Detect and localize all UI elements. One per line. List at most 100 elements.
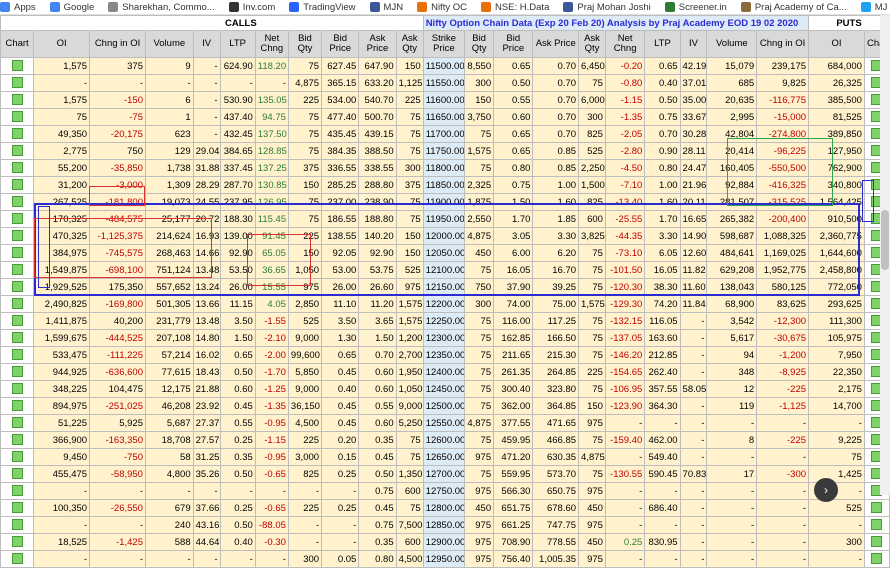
table-cell: 18.43 bbox=[192, 363, 221, 381]
call-chart-cell[interactable] bbox=[0, 346, 35, 364]
chart-icon[interactable] bbox=[11, 230, 23, 242]
bookmark-item[interactable]: Praj Academy of Ca... bbox=[740, 2, 847, 13]
chevron-right-circle-icon[interactable]: › bbox=[814, 478, 838, 502]
table-cell: 100,350 bbox=[33, 499, 91, 517]
chart-icon[interactable] bbox=[11, 298, 23, 310]
chart-icon[interactable] bbox=[11, 128, 23, 140]
chart-icon[interactable] bbox=[11, 264, 23, 276]
call-chart-cell[interactable] bbox=[0, 431, 35, 449]
call-chart-cell[interactable] bbox=[0, 193, 35, 211]
call-chart-cell[interactable] bbox=[0, 176, 35, 194]
call-chart-cell[interactable] bbox=[0, 363, 35, 381]
call-chart-cell[interactable] bbox=[0, 397, 35, 415]
chart-icon[interactable] bbox=[871, 519, 883, 531]
chart-icon[interactable] bbox=[11, 145, 23, 157]
chart-icon[interactable] bbox=[11, 553, 23, 565]
call-chart-cell[interactable] bbox=[0, 57, 35, 75]
chart-icon[interactable] bbox=[871, 536, 883, 548]
chart-icon[interactable] bbox=[11, 468, 23, 480]
bookmark-item[interactable]: Screener.in bbox=[664, 2, 727, 13]
call-chart-cell[interactable] bbox=[0, 414, 35, 432]
bookmark-item[interactable]: MJ Twitter bbox=[860, 2, 890, 13]
bookmark-item[interactable]: NSE: H.Data bbox=[480, 2, 549, 13]
call-chart-cell[interactable] bbox=[0, 329, 35, 347]
chart-icon[interactable] bbox=[11, 332, 23, 344]
column-header: Bid Price bbox=[493, 30, 534, 58]
call-chart-cell[interactable] bbox=[0, 550, 35, 568]
chart-icon[interactable] bbox=[11, 451, 23, 463]
chart-icon[interactable] bbox=[11, 179, 23, 191]
call-chart-cell[interactable] bbox=[0, 261, 35, 279]
call-chart-cell[interactable] bbox=[0, 91, 35, 109]
bookmark-item[interactable]: Apps bbox=[0, 2, 36, 13]
call-chart-cell[interactable] bbox=[0, 227, 35, 245]
call-chart-cell[interactable] bbox=[0, 108, 35, 126]
bookmark-item[interactable]: TradingView bbox=[289, 2, 356, 13]
bookmark-item[interactable]: Inv.com bbox=[228, 2, 275, 13]
call-chart-cell[interactable] bbox=[0, 482, 35, 500]
bookmark-item[interactable]: Google bbox=[49, 2, 94, 13]
chart-icon[interactable] bbox=[11, 519, 23, 531]
vertical-scrollbar[interactable] bbox=[880, 15, 890, 495]
bookmark-item[interactable]: Nifty OC bbox=[417, 2, 467, 13]
put-chart-cell[interactable] bbox=[863, 499, 890, 517]
put-chart-cell[interactable] bbox=[863, 516, 890, 534]
call-chart-cell[interactable] bbox=[0, 312, 35, 330]
table-cell: 75 bbox=[808, 448, 865, 466]
table-cell: -1.25 bbox=[254, 380, 289, 398]
chart-icon[interactable] bbox=[11, 60, 23, 72]
scrollbar-thumb[interactable] bbox=[881, 210, 889, 270]
chart-icon[interactable] bbox=[11, 502, 23, 514]
call-chart-cell[interactable] bbox=[0, 142, 35, 160]
chart-icon[interactable] bbox=[871, 502, 883, 514]
chart-icon[interactable] bbox=[11, 196, 23, 208]
call-chart-cell[interactable] bbox=[0, 210, 35, 228]
call-chart-cell[interactable] bbox=[0, 533, 35, 551]
chart-icon[interactable] bbox=[11, 111, 23, 123]
table-cell: 9,450 bbox=[33, 448, 91, 466]
chart-icon[interactable] bbox=[11, 400, 23, 412]
table-cell: -0.20 bbox=[604, 57, 646, 75]
put-chart-cell[interactable] bbox=[863, 533, 890, 551]
call-chart-cell[interactable] bbox=[0, 244, 35, 262]
column-header: IV bbox=[679, 30, 708, 58]
column-header: Ask Qty bbox=[395, 30, 424, 58]
bookmark-item[interactable]: Praj Mohan Joshi bbox=[563, 2, 651, 13]
chart-icon[interactable] bbox=[11, 94, 23, 106]
chart-icon[interactable] bbox=[11, 383, 23, 395]
call-chart-cell[interactable] bbox=[0, 74, 35, 92]
bookmark-item[interactable]: Sharekhan, Commo... bbox=[108, 2, 215, 13]
table-cell: 53.50 bbox=[219, 261, 256, 279]
table-cell: 466.85 bbox=[532, 431, 580, 449]
chart-icon[interactable] bbox=[11, 536, 23, 548]
table-cell: -750 bbox=[89, 448, 146, 466]
call-chart-cell[interactable] bbox=[0, 499, 35, 517]
chart-icon[interactable] bbox=[11, 77, 23, 89]
chart-icon[interactable] bbox=[11, 213, 23, 225]
chart-icon[interactable] bbox=[11, 247, 23, 259]
table-cell: -150 bbox=[89, 91, 146, 109]
chart-icon[interactable] bbox=[11, 366, 23, 378]
call-chart-cell[interactable] bbox=[0, 465, 35, 483]
chart-icon[interactable] bbox=[11, 349, 23, 361]
chart-icon[interactable] bbox=[11, 315, 23, 327]
bookmark-item[interactable]: MJN bbox=[369, 2, 403, 13]
chart-icon[interactable] bbox=[11, 281, 23, 293]
chart-icon[interactable] bbox=[871, 553, 883, 565]
call-chart-cell[interactable] bbox=[0, 380, 35, 398]
call-chart-cell[interactable] bbox=[0, 159, 35, 177]
call-chart-cell[interactable] bbox=[0, 448, 35, 466]
call-chart-cell[interactable] bbox=[0, 125, 35, 143]
call-chart-cell[interactable] bbox=[0, 295, 35, 313]
table-cell: 0.75 bbox=[493, 176, 534, 194]
table-cell: 471.65 bbox=[532, 414, 580, 432]
chart-icon[interactable] bbox=[11, 162, 23, 174]
table-cell: 75 bbox=[464, 380, 495, 398]
call-chart-cell[interactable] bbox=[0, 516, 35, 534]
table-cell: 16.70 bbox=[532, 261, 580, 279]
put-chart-cell[interactable] bbox=[863, 550, 890, 568]
chart-icon[interactable] bbox=[11, 417, 23, 429]
call-chart-cell[interactable] bbox=[0, 278, 35, 296]
table-cell: 1,005.35 bbox=[532, 550, 580, 568]
chart-icon[interactable] bbox=[11, 434, 23, 446]
